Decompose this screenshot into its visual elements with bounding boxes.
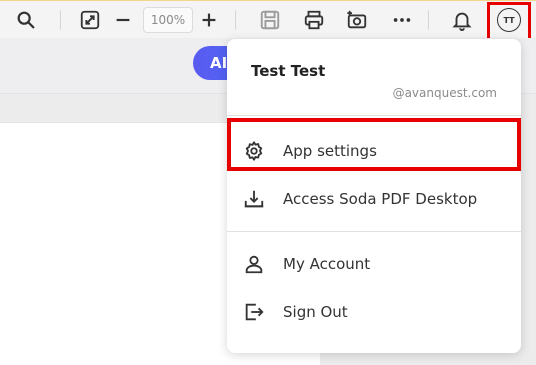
menu-item-label: Sign Out	[283, 303, 348, 321]
more-icon[interactable]	[390, 8, 414, 32]
zoom-in-icon[interactable]	[197, 8, 221, 32]
menu-divider	[227, 115, 521, 116]
app-settings-highlight-box	[227, 118, 521, 171]
user-email: @avanquest.com	[392, 86, 497, 100]
expand-icon[interactable]	[78, 8, 102, 32]
camera-icon[interactable]	[345, 8, 369, 32]
menu-item-label: My Account	[283, 255, 371, 273]
sign-out-icon	[243, 301, 265, 323]
zoom-out-icon[interactable]	[111, 8, 135, 32]
top-toolbar: 100% TT	[0, 0, 536, 42]
person-icon	[243, 253, 265, 275]
menu-item-label: Access Soda PDF Desktop	[283, 190, 478, 208]
avatar-highlight-box	[487, 2, 531, 42]
toolbar-divider	[60, 10, 61, 30]
search-icon[interactable]	[14, 8, 38, 32]
user-name: Test Test	[251, 62, 326, 80]
toolbar-divider	[428, 10, 429, 30]
save-icon[interactable]	[258, 8, 282, 32]
menu-item-access-desktop[interactable]: Access Soda PDF Desktop	[227, 175, 521, 223]
menu-divider	[227, 231, 521, 232]
toolbar-divider	[235, 10, 236, 30]
menu-item-sign-out[interactable]: Sign Out	[227, 288, 521, 336]
account-menu: Test Test @avanquest.com App settings Ac…	[227, 39, 521, 353]
menu-item-my-account[interactable]: My Account	[227, 240, 521, 288]
download-desktop-icon	[243, 188, 265, 210]
print-icon[interactable]	[302, 8, 326, 32]
bell-icon[interactable]	[450, 8, 474, 32]
zoom-level-field[interactable]: 100%	[143, 7, 193, 33]
